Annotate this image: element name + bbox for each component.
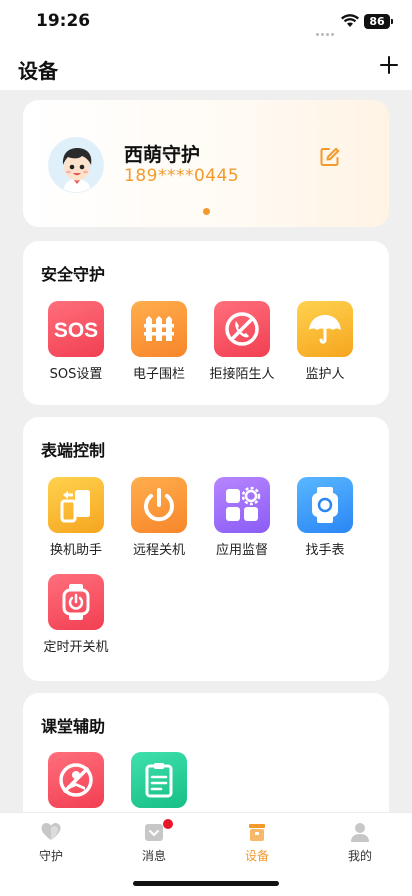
app-supervision-tile[interactable]: 应用监督: [200, 477, 284, 561]
pager-dot: [203, 208, 210, 215]
sos-settings-tile[interactable]: SOS SOS设置: [34, 301, 118, 385]
section-title: 表端控制: [41, 441, 106, 460]
tab-profile[interactable]: 我的: [330, 813, 390, 873]
status-bar: 19:26 86: [0, 0, 412, 44]
find-watch-tile[interactable]: 找手表: [283, 477, 367, 561]
tile-label: 定时开关机: [43, 640, 109, 655]
page-header: 设备: [0, 44, 412, 90]
phone-switch-tile[interactable]: 换机助手: [34, 477, 118, 561]
child-avatar: [48, 137, 104, 193]
remote-shutdown-tile[interactable]: 远程关机: [117, 477, 201, 561]
wifi-icon: [341, 14, 359, 27]
tab-label: 我的: [347, 849, 372, 863]
section-title: 安全守护: [41, 265, 106, 284]
signal-icon: [316, 21, 338, 36]
plus-icon[interactable]: [378, 54, 400, 76]
tab-label: 消息: [141, 849, 166, 863]
timer-power-icon: [48, 574, 104, 630]
watch-control-section: 表端控制 换机助手 远程关机 应用监督 找手表 定时开关机: [23, 417, 389, 681]
guardian-tile[interactable]: 监护人: [283, 301, 367, 385]
device-name: 西萌守护: [124, 144, 201, 166]
scheduled-power-tile[interactable]: 定时开关机: [34, 574, 118, 658]
tile-label: 应用监督: [215, 543, 268, 558]
device-profile-card[interactable]: 西萌守护 189****0445: [23, 100, 389, 227]
clipboard-icon: [131, 752, 187, 808]
section-title: 课堂辅助: [41, 717, 106, 736]
unread-badge: [163, 819, 173, 829]
phone-switch-icon: [48, 477, 104, 533]
home-indicator: [133, 881, 279, 886]
tab-device[interactable]: 设备: [227, 813, 287, 873]
umbrella-icon: [297, 301, 353, 357]
user-icon: [351, 823, 369, 842]
tile-label: 换机助手: [49, 543, 102, 558]
heart-icon: [41, 823, 61, 840]
no-study-icon: [48, 752, 104, 808]
block-strangers-tile[interactable]: 拒接陌生人: [200, 301, 284, 385]
page-title: 设备: [18, 59, 58, 83]
tile-label: SOS设置: [49, 367, 103, 382]
svg-text:SOS: SOS: [54, 319, 98, 342]
tab-messages[interactable]: 消息: [124, 813, 184, 873]
device-phone: 189****0445: [124, 166, 240, 186]
battery-indicator: 86: [364, 14, 393, 29]
tile-label: 找手表: [305, 543, 345, 558]
tile-label: 远程关机: [132, 543, 185, 558]
power-icon: [131, 477, 187, 533]
tile-label: 监护人: [305, 367, 345, 382]
sos-icon: SOS: [48, 301, 104, 357]
edit-icon[interactable]: [319, 146, 341, 168]
apps-gear-icon: [214, 477, 270, 533]
message-icon: [145, 824, 163, 841]
tab-label: 守护: [38, 849, 63, 863]
status-time: 19:26: [36, 11, 91, 31]
fence-icon: [131, 301, 187, 357]
watch-icon: [297, 477, 353, 533]
tab-label: 设备: [244, 849, 269, 863]
tab-guard[interactable]: 守护: [21, 813, 81, 873]
block-call-icon: [214, 301, 270, 357]
device-icon: [249, 824, 265, 841]
geofence-tile[interactable]: 电子围栏: [117, 301, 201, 385]
safety-section: 安全守护 SOS SOS设置 电子围栏 拒接陌生人 监护人: [23, 241, 389, 405]
tile-label: 电子围栏: [132, 367, 185, 382]
tile-label: 拒接陌生人: [209, 367, 275, 382]
